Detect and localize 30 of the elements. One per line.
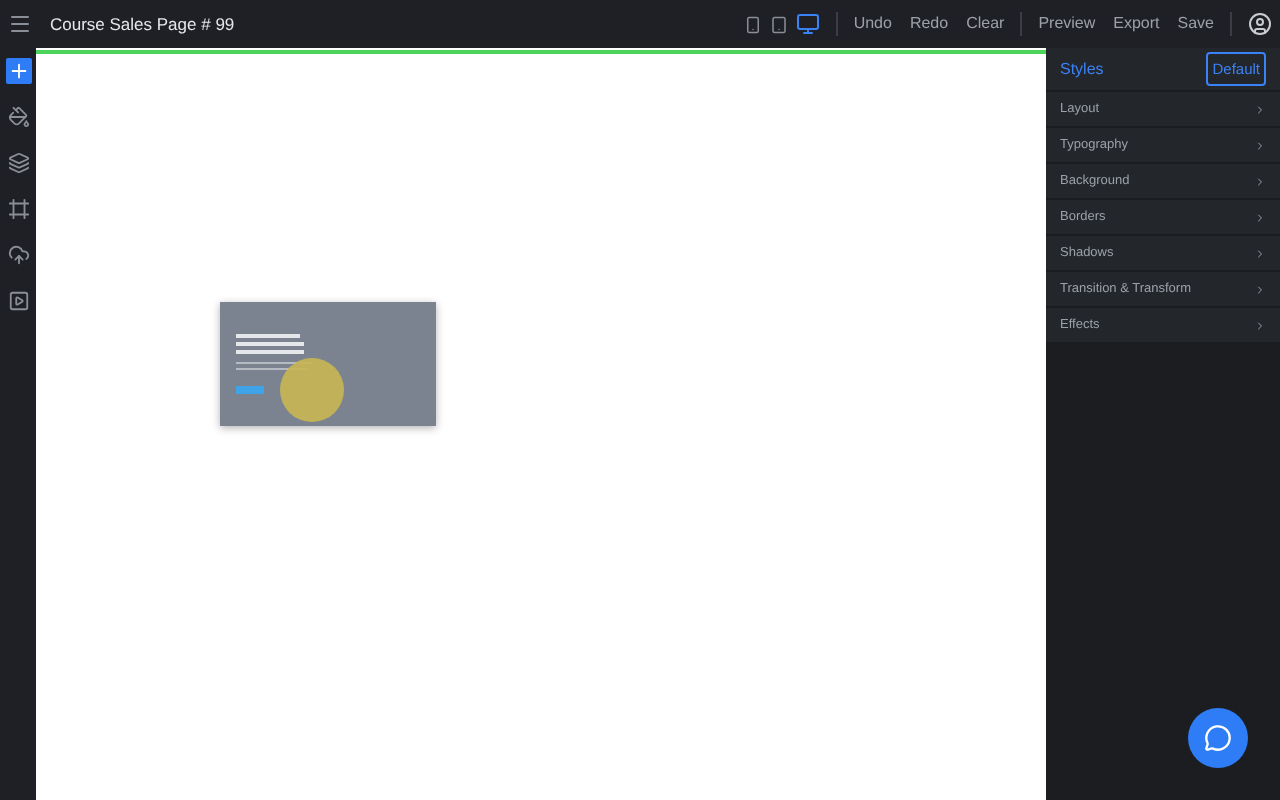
toolbar-button[interactable]: Preview [1038, 12, 1096, 36]
cloud-upload-icon [7, 244, 29, 266]
page-title: Course Sales Page # 99 [50, 11, 235, 37]
user-icon[interactable] [1248, 12, 1272, 36]
chat-icon [1204, 724, 1232, 752]
chevron-icon [1254, 103, 1266, 115]
toolbar-button[interactable]: Save [1177, 12, 1214, 36]
chevron-icon [1254, 283, 1266, 295]
frame-icon [7, 198, 29, 220]
chevron-icon [1254, 139, 1266, 151]
toolbar-button[interactable]: Undo [853, 12, 892, 36]
tool-button[interactable] [5, 58, 31, 84]
block-thumbnail[interactable] [220, 302, 436, 426]
chat-button[interactable] [1188, 708, 1248, 768]
chevron-icon [1254, 247, 1266, 259]
desktop-icon[interactable] [795, 12, 820, 36]
paint-bucket-icon [7, 106, 29, 128]
chevron-icon [1254, 175, 1266, 187]
panel-title: Styles [1060, 57, 1104, 81]
phone-icon[interactable] [743, 13, 762, 35]
chevron-icon [1254, 211, 1266, 223]
toolbar-button[interactable]: Clear [966, 12, 1005, 36]
plus-icon [7, 60, 29, 82]
toolbar-button[interactable]: Export [1113, 12, 1160, 36]
play-icon [7, 290, 29, 312]
tablet-icon[interactable] [769, 13, 788, 35]
toolbar-button[interactable]: Redo [909, 12, 949, 36]
menu-icon[interactable] [8, 12, 32, 36]
chevron-icon [1254, 319, 1266, 331]
layers-icon [7, 152, 29, 174]
